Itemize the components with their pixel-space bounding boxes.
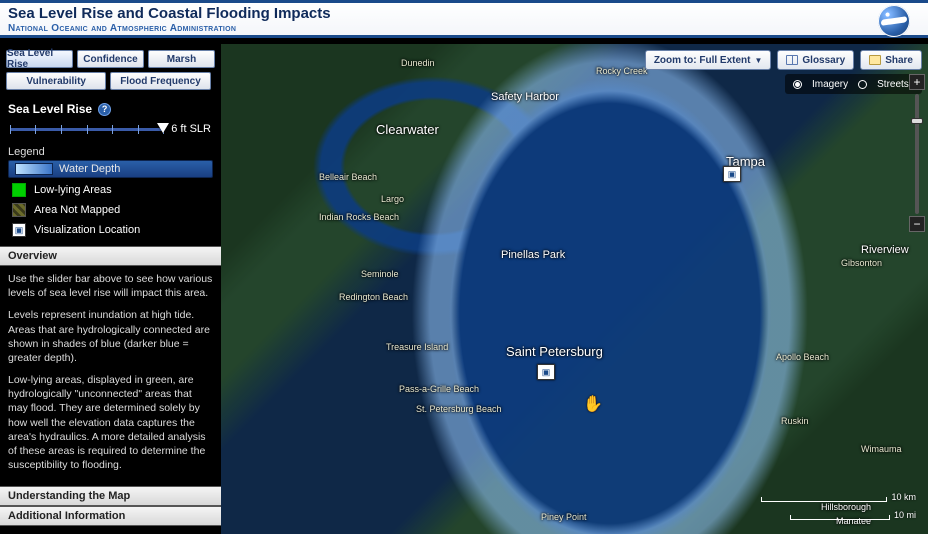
label-st-pete-beach: St. Petersburg Beach (416, 404, 502, 414)
viz-location-icon: ▣ (12, 223, 26, 237)
page-subtitle: National Oceanic and Atmospheric Adminis… (8, 23, 920, 34)
book-icon (786, 55, 798, 65)
chevron-down-icon: ▼ (754, 56, 762, 65)
tab-sea-level-rise[interactable]: Sea Level Rise (6, 50, 73, 68)
tab-vulnerability[interactable]: Vulnerability (6, 72, 106, 90)
map-viewport[interactable]: Dunedin Rocky Creek Safety Harbor Clearw… (221, 44, 928, 534)
app-header: Sea Level Rise and Coastal Flooding Impa… (0, 0, 928, 38)
label-dunedin: Dunedin (401, 58, 435, 68)
legend-title: Legend (0, 144, 221, 160)
accordion-additional-header[interactable]: Additional Information (0, 506, 221, 526)
basemap-streets-label: Streets (877, 79, 909, 90)
slider-readout: 6 ft SLR (171, 123, 211, 135)
label-gibsonton: Gibsonton (841, 258, 882, 268)
zoom-to-label: Zoom to: Full Extent (654, 55, 751, 66)
label-pass-a-grille: Pass-a-Grille Beach (399, 384, 479, 394)
glossary-button[interactable]: Glossary (777, 50, 854, 70)
label-largo: Largo (381, 194, 404, 204)
label-treasure-island: Treasure Island (386, 342, 448, 352)
accordion-understanding-header[interactable]: Understanding the Map (0, 486, 221, 506)
slider-thumb[interactable] (157, 123, 169, 133)
tab-marsh[interactable]: Marsh (148, 50, 215, 68)
label-redington: Redington Beach (339, 292, 408, 302)
scale-bar-km: 10 km (761, 492, 916, 502)
label-ruskin: Ruskin (781, 416, 809, 426)
zoom-control: + − (906, 74, 928, 234)
label-saint-petersburg: Saint Petersburg (506, 344, 603, 359)
radio-imagery[interactable] (793, 80, 802, 89)
tab-flood-frequency[interactable]: Flood Frequency (110, 72, 210, 90)
label-belleair: Belleair Beach (319, 172, 377, 182)
label-apollo: Apollo Beach (776, 352, 829, 362)
label-rocky-creek: Rocky Creek (596, 66, 648, 76)
label-safety-harbor: Safety Harbor (491, 91, 559, 103)
viz-location-marker-stpete[interactable]: ▣ (537, 364, 555, 380)
legend-not-mapped-label: Area Not Mapped (34, 204, 120, 216)
label-pinellas-park: Pinellas Park (501, 249, 565, 261)
tab-confidence[interactable]: Confidence (77, 50, 144, 68)
sidebar: Sea Level Rise Confidence Marsh Vulnerab… (0, 44, 221, 534)
label-clearwater: Clearwater (376, 122, 439, 137)
help-icon[interactable]: ? (98, 103, 111, 116)
share-button[interactable]: Share (860, 50, 922, 70)
legend-low-lying-label: Low-lying Areas (34, 184, 112, 196)
share-icon (869, 55, 881, 65)
zoom-slider[interactable] (915, 94, 919, 214)
shallow-layer (221, 44, 928, 534)
glossary-label: Glossary (802, 55, 845, 66)
not-mapped-swatch-icon (12, 203, 26, 217)
layer-tabs: Sea Level Rise Confidence Marsh Vulnerab… (0, 44, 221, 96)
accordion-overview-header[interactable]: Overview (0, 246, 221, 266)
overview-p2: Levels represent inundation at high tide… (8, 308, 213, 365)
slider-section-label: Sea Level Rise ? (0, 96, 221, 118)
radio-streets[interactable] (858, 80, 867, 89)
scale-bar-mi: 10 mi (790, 510, 916, 520)
label-wimauma: Wimauma (861, 444, 902, 454)
legend-water-depth-label: Water Depth (59, 163, 120, 175)
legend-low-lying: Low-lying Areas (0, 180, 221, 200)
water-depth-swatch-icon (15, 163, 53, 175)
zoom-thumb[interactable] (911, 118, 923, 124)
zoom-in-button[interactable]: + (909, 74, 925, 90)
label-indian-rocks: Indian Rocks Beach (319, 212, 399, 222)
slr-slider[interactable]: 6 ft SLR (0, 118, 221, 144)
label-seminole: Seminole (361, 269, 399, 279)
scale-mi-label: 10 mi (894, 510, 916, 520)
legend-viz-location-label: Visualization Location (34, 224, 140, 236)
overview-p1: Use the slider bar above to see how vari… (8, 272, 213, 300)
overview-p3: Low-lying areas, displayed in green, are… (8, 373, 213, 472)
basemap-switcher[interactable]: Imagery Streets (785, 74, 922, 94)
zoom-out-button[interactable]: − (909, 216, 925, 232)
label-riverview: Riverview (861, 244, 909, 256)
accordion-overview-body: Use the slider bar above to see how vari… (0, 266, 221, 486)
zoom-to-dropdown[interactable]: Zoom to: Full Extent ▼ (645, 50, 772, 70)
legend-water-depth: Water Depth (8, 160, 213, 178)
share-label: Share (885, 55, 913, 66)
map-top-controls: Zoom to: Full Extent ▼ Glossary Share (645, 50, 922, 70)
label-piney-point: Piney Point (541, 512, 587, 522)
legend-viz-location: ▣ Visualization Location (0, 220, 221, 240)
low-lying-swatch-icon (12, 183, 26, 197)
noaa-logo-icon (878, 5, 910, 37)
page-title: Sea Level Rise and Coastal Flooding Impa… (8, 5, 920, 23)
viz-location-marker-tampa[interactable]: ▣ (723, 166, 741, 182)
scale-km-label: 10 km (891, 492, 916, 502)
legend-not-mapped: Area Not Mapped (0, 200, 221, 220)
basemap-imagery-label: Imagery (812, 79, 848, 90)
slider-title: Sea Level Rise (8, 102, 92, 116)
